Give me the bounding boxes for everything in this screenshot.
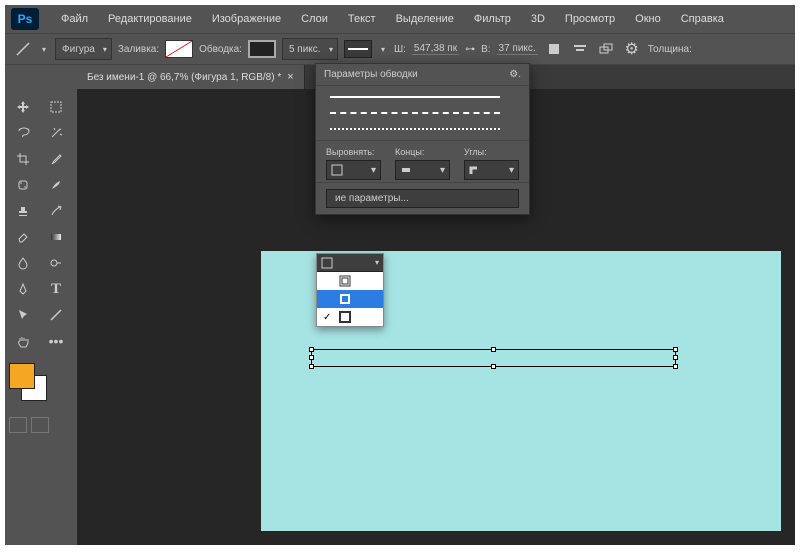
chevron-down-icon[interactable]: ▾ (39, 39, 49, 59)
handle-tm[interactable] (491, 347, 496, 352)
corners-dropdown[interactable]: ▾ (464, 160, 519, 180)
stroke-preset-solid[interactable] (330, 96, 500, 98)
color-swatches[interactable] (9, 363, 49, 403)
stroke-width-dropdown[interactable]: 5 пикс. (282, 38, 338, 60)
align-option-outside[interactable]: ✓ (317, 308, 383, 326)
menu-filter[interactable]: Фильтр (464, 9, 521, 29)
align-option-center[interactable] (317, 290, 383, 308)
line-tool[interactable] (42, 303, 70, 327)
handle-br[interactable] (673, 364, 678, 369)
shape-rectangle[interactable] (311, 349, 676, 367)
history-brush-tool[interactable] (42, 199, 70, 223)
align-dropdown-list: ▾ ✓ (316, 253, 384, 327)
gear-icon[interactable]: ⚙ (622, 39, 642, 59)
gradient-tool[interactable] (42, 225, 70, 249)
fill-label: Заливка: (118, 44, 159, 55)
menu-help[interactable]: Справка (671, 9, 734, 29)
lasso-tool[interactable] (9, 121, 37, 145)
align-option-inside[interactable] (317, 272, 383, 290)
caps-dropdown[interactable]: ▾ (395, 160, 450, 180)
menu-view[interactable]: Просмотр (555, 9, 625, 29)
menu-text[interactable]: Текст (338, 9, 386, 29)
pen-tool[interactable] (9, 277, 37, 301)
align-dd-header[interactable]: ▾ (317, 254, 383, 272)
menu-image[interactable]: Изображение (202, 9, 291, 29)
height-label: В: (481, 44, 490, 55)
stroke-style-dropdown[interactable] (344, 40, 372, 58)
marquee-tool[interactable] (42, 95, 70, 119)
stroke-preset-dotted[interactable] (330, 128, 500, 130)
move-tool[interactable] (9, 95, 37, 119)
app-window: Ps Файл Редактирование Изображение Слои … (5, 5, 795, 545)
chevron-down-icon[interactable]: ▾ (378, 39, 388, 59)
stroke-preset-dashed[interactable] (330, 112, 500, 114)
handle-bm[interactable] (491, 364, 496, 369)
stroke-options-panel: Параметры обводки ⚙. Выровнять: ▾ Концы:… (315, 63, 530, 215)
width-value[interactable]: 547,38 пк (412, 43, 459, 55)
panel-title: Параметры обводки (324, 69, 418, 80)
wand-tool[interactable] (42, 121, 70, 145)
align-label: Выровнять: (326, 147, 381, 157)
shape-mode-dropdown[interactable]: Фигура (55, 38, 112, 60)
align-dropdown[interactable]: ▾ (326, 160, 381, 180)
eyedropper-tool[interactable] (42, 147, 70, 171)
thickness-label: Толщина: (648, 44, 692, 55)
menu-bar: Ps Файл Редактирование Изображение Слои … (5, 5, 795, 33)
path-ops-icon[interactable] (544, 39, 564, 59)
height-value[interactable]: 37 пикс. (497, 43, 538, 55)
foreground-color[interactable] (9, 363, 35, 389)
toolbox: T ••• (5, 89, 77, 545)
brush-tool[interactable] (42, 173, 70, 197)
panel-header: Параметры обводки ⚙. (316, 64, 529, 86)
handle-bl[interactable] (309, 364, 314, 369)
tool-preset-icon[interactable] (13, 39, 33, 59)
eraser-tool[interactable] (9, 225, 37, 249)
handle-tl[interactable] (309, 347, 314, 352)
width-label: Ш: (394, 44, 406, 55)
hand-tool[interactable] (9, 329, 37, 353)
dodge-tool[interactable] (42, 251, 70, 275)
more-tools[interactable]: ••• (42, 329, 70, 353)
more-params-button[interactable]: ие параметры... (326, 189, 519, 208)
menu-window[interactable]: Окно (625, 9, 671, 29)
quickmask-row (9, 417, 73, 433)
type-tool[interactable]: T (42, 277, 70, 301)
caps-label: Концы: (395, 147, 450, 157)
panel-gear-icon[interactable]: ⚙. (509, 69, 521, 80)
patch-tool[interactable] (9, 173, 37, 197)
document-tab[interactable]: Без имени-1 @ 66,7% (Фигура 1, RGB/8) * … (77, 65, 305, 89)
path-select-tool[interactable] (9, 303, 37, 327)
handle-mr[interactable] (673, 355, 678, 360)
close-tab-icon[interactable]: × (287, 71, 293, 83)
corners-label: Углы: (464, 147, 519, 157)
menu-select[interactable]: Выделение (386, 9, 464, 29)
document-title: Без имени-1 @ 66,7% (Фигура 1, RGB/8) * (87, 72, 281, 83)
crop-tool[interactable] (9, 147, 37, 171)
stroke-label: Обводка: (199, 44, 242, 55)
app-logo: Ps (11, 8, 39, 30)
menu-3d[interactable]: 3D (521, 9, 555, 29)
link-dims-icon[interactable]: ⊶ (465, 44, 475, 55)
handle-ml[interactable] (309, 355, 314, 360)
fill-swatch[interactable] (165, 40, 193, 58)
options-bar: ▾ Фигура Заливка: Обводка: 5 пикс. ▾ Ш: … (5, 33, 795, 65)
standard-mode-icon[interactable] (9, 417, 27, 433)
align-icon[interactable] (570, 39, 590, 59)
menu-edit[interactable]: Редактирование (98, 9, 202, 29)
menu-layers[interactable]: Слои (291, 9, 338, 29)
stamp-tool[interactable] (9, 199, 37, 223)
quickmask-mode-icon[interactable] (31, 417, 49, 433)
stroke-swatch[interactable] (248, 40, 276, 58)
arrange-icon[interactable] (596, 39, 616, 59)
handle-tr[interactable] (673, 347, 678, 352)
menu-file[interactable]: Файл (51, 9, 98, 29)
blur-tool[interactable] (9, 251, 37, 275)
